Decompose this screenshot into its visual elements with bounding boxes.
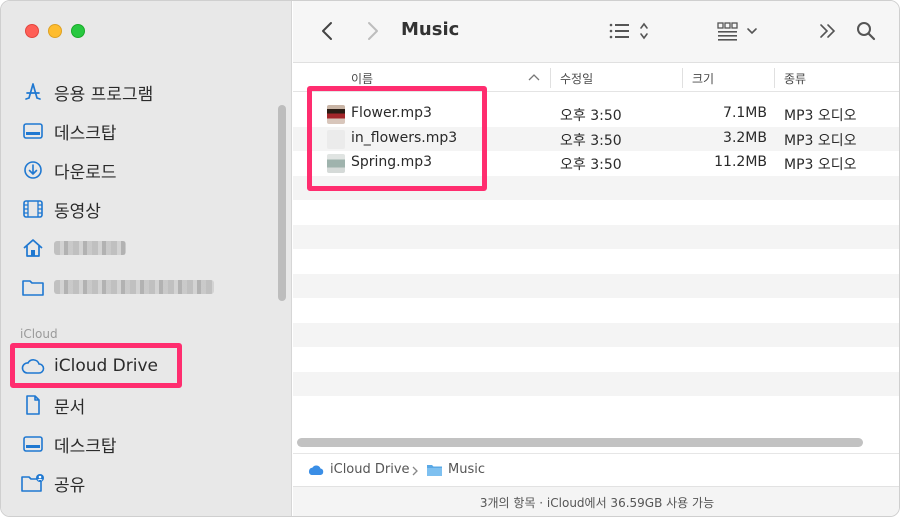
file-date: 오후 3:50: [560, 108, 622, 124]
desktop-icon: [21, 432, 45, 456]
sidebar-item-home[interactable]: [21, 233, 276, 263]
sidebar-item-label: 데스크탑: [54, 123, 117, 144]
empty-row: [293, 396, 899, 421]
search-button[interactable]: [853, 17, 879, 45]
sidebar-item-shared[interactable]: 공유: [21, 468, 276, 498]
column-kind[interactable]: 종류: [784, 70, 806, 87]
zoom-button[interactable]: [71, 24, 85, 38]
empty-row: [293, 273, 899, 298]
empty-row: [293, 224, 899, 249]
toolbar: Music: [293, 1, 899, 63]
file-date: 오후 3:50: [560, 157, 622, 173]
path-label: Music: [448, 462, 485, 477]
horizontal-scrollbar[interactable]: [297, 438, 863, 447]
icloud-icon: [308, 464, 324, 475]
file-kind: MP3 오디오: [784, 157, 857, 173]
minimize-button[interactable]: [48, 24, 62, 38]
empty-row: [293, 298, 899, 323]
sidebar-item-label: 데스크탑: [54, 436, 117, 457]
view-mode-button[interactable]: [606, 17, 654, 45]
sidebar-item-label: 문서: [54, 397, 86, 418]
sidebar-item-desktop[interactable]: 데스크탑: [21, 116, 276, 146]
close-button[interactable]: [25, 24, 39, 38]
path-label: iCloud Drive: [330, 462, 410, 477]
home-icon: [21, 236, 45, 260]
highlight-file-list: [307, 86, 487, 191]
highlight-icloud-drive: [10, 343, 182, 388]
movies-icon: [21, 197, 45, 221]
window-controls: [25, 24, 85, 38]
file-date: 오후 3:50: [560, 132, 622, 149]
sidebar-item-downloads[interactable]: 다운로드: [21, 155, 276, 185]
group-grid-icon: [717, 22, 757, 41]
sidebar-item-desktop-icloud[interactable]: 데스크탑: [21, 429, 276, 459]
chevron-right-icon: [368, 22, 378, 40]
section-header-icloud: iCloud: [20, 327, 58, 341]
redacted-label: [54, 280, 214, 294]
column-date[interactable]: 수정일: [560, 70, 593, 87]
download-icon: [21, 158, 45, 182]
sidebar-item-label: 공유: [54, 475, 86, 496]
column-size[interactable]: 크기: [692, 70, 714, 87]
path-bar: iCloud Drive Music: [293, 453, 899, 485]
redacted-label: [54, 241, 126, 255]
shared-folder-icon: [21, 471, 45, 495]
empty-row: [293, 347, 899, 372]
empty-row: [293, 322, 899, 347]
empty-row: [293, 200, 899, 225]
more-toolbar-button[interactable]: [815, 17, 839, 45]
finder-window: 응용 프로그램 데스크탑 다운로드 동영상 iCloud iCloud Driv…: [0, 0, 900, 517]
sidebar-item-label: 동영상: [54, 201, 101, 222]
sidebar-item-label: 다운로드: [54, 162, 117, 183]
sort-ascending-icon: [528, 74, 540, 81]
column-name[interactable]: 이름: [351, 70, 373, 87]
sidebar-scrollbar[interactable]: [278, 105, 286, 301]
window-title: Music: [401, 19, 460, 40]
forward-button[interactable]: [361, 17, 385, 45]
search-icon: [857, 22, 876, 41]
status-bar: 3개의 항목 · iCloud에서 36.59GB 사용 가능: [293, 486, 899, 516]
back-button[interactable]: [315, 17, 339, 45]
file-size: 7.1MB: [723, 105, 767, 121]
document-icon: [21, 393, 45, 417]
sidebar: 응용 프로그램 데스크탑 다운로드 동영상 iCloud iCloud Driv…: [1, 1, 292, 516]
column-divider[interactable]: [682, 68, 683, 88]
file-kind: MP3 오디오: [784, 108, 857, 124]
empty-row: [293, 249, 899, 274]
path-segment-icloud-drive[interactable]: iCloud Drive: [307, 462, 410, 477]
desktop-icon: [21, 119, 45, 143]
column-divider[interactable]: [550, 68, 551, 88]
sidebar-item-folder[interactable]: [21, 272, 276, 302]
path-segment-music[interactable]: Music: [426, 462, 485, 477]
sidebar-item-label: 응용 프로그램: [54, 84, 154, 105]
chevron-right-icon: [412, 466, 418, 476]
sidebar-item-applications[interactable]: 응용 프로그램: [21, 77, 276, 107]
sidebar-item-documents[interactable]: 문서: [21, 390, 276, 420]
group-button[interactable]: [715, 17, 761, 45]
folder-icon: [21, 275, 45, 299]
sidebar-item-movies[interactable]: 동영상: [21, 194, 276, 224]
folder-icon: [427, 464, 442, 476]
double-chevron-right-icon: [820, 24, 836, 38]
empty-row: [293, 371, 899, 396]
column-divider[interactable]: [774, 68, 775, 88]
file-size: 3.2MB: [723, 129, 767, 146]
file-size: 11.2MB: [714, 154, 767, 170]
list-view-icon: [609, 22, 648, 40]
chevron-left-icon: [322, 22, 332, 40]
applications-icon: [21, 80, 45, 104]
file-kind: MP3 오디오: [784, 132, 857, 149]
